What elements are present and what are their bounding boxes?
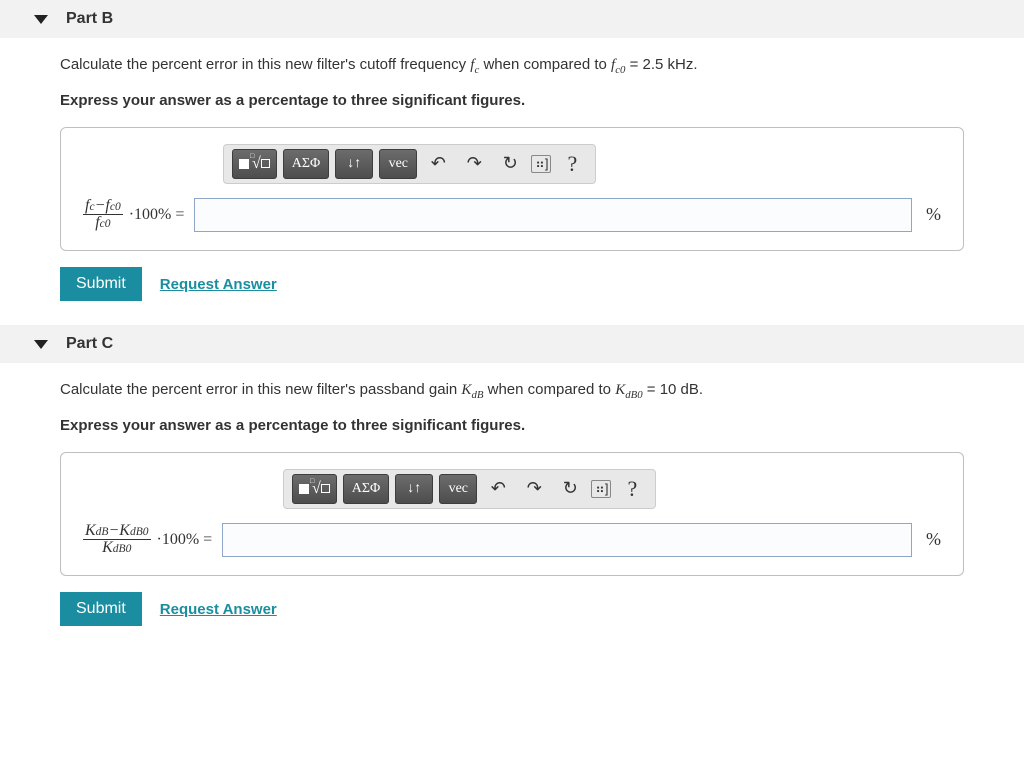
part-body: Calculate the percent error in this new … [0, 379, 1024, 650]
keyboard-icon[interactable]: ⠶ [531, 155, 551, 173]
reset-icon[interactable]: ↻ [555, 475, 585, 503]
instruction: Express your answer as a percentage to t… [60, 417, 964, 434]
part-body: Calculate the percent error in this new … [0, 54, 1024, 325]
root-icon: √ [252, 155, 261, 173]
submit-button[interactable]: Submit [60, 267, 142, 301]
prompt-text: when compared to [483, 56, 611, 73]
greek-button[interactable]: ΑΣΦ [343, 474, 390, 504]
answer-area: √ ΑΣΦ ↓↑ vec ↶ ↷ ↻ ⠶ ? KdB−KdB0 KdB0 ·10… [60, 452, 964, 577]
square-icon [299, 484, 309, 494]
symbol-kdb: KdB [461, 382, 483, 398]
reset-icon[interactable]: ↻ [495, 150, 525, 178]
lhs-tail: ·100% = [129, 206, 185, 224]
root-icon: √ [312, 480, 321, 498]
prompt-text: = 2.5 kHz. [630, 56, 698, 73]
greek-button[interactable]: ΑΣΦ [283, 149, 330, 179]
answer-input[interactable] [194, 198, 912, 232]
keyboard-icon[interactable]: ⠶ [591, 480, 611, 498]
subsup-button[interactable]: ↓↑ [395, 474, 433, 504]
actions: Submit Request Answer [60, 592, 964, 626]
answer-row: fc−fc0 fc0 ·100% = % [83, 198, 941, 233]
answer-input[interactable] [222, 523, 912, 557]
symbol-fc: fc [470, 57, 479, 73]
symbol-fc0: fc0 [611, 57, 625, 73]
part-title: Part B [66, 10, 113, 28]
part-header[interactable]: Part B [0, 0, 1024, 38]
request-answer-link[interactable]: Request Answer [160, 276, 277, 293]
actions: Submit Request Answer [60, 267, 964, 301]
equation-toolbar: √ ΑΣΦ ↓↑ vec ↶ ↷ ↻ ⠶ ? [223, 144, 596, 184]
subsup-button[interactable]: ↓↑ [335, 149, 373, 179]
symbol-kdb0: KdB0 [615, 382, 642, 398]
unit-label: % [922, 204, 941, 225]
prompt-text: = 10 dB. [647, 381, 703, 398]
square-icon [239, 159, 249, 169]
root-box-icon [261, 159, 270, 168]
redo-icon[interactable]: ↷ [519, 475, 549, 503]
unit-label: % [922, 529, 941, 550]
chevron-down-icon [34, 15, 48, 24]
answer-area: √ ΑΣΦ ↓↑ vec ↶ ↷ ↻ ⠶ ? fc−fc0 fc0 ·100% … [60, 127, 964, 252]
request-answer-link[interactable]: Request Answer [160, 601, 277, 618]
prompt-text: when compared to [488, 381, 616, 398]
instruction: Express your answer as a percentage to t… [60, 92, 964, 109]
question-prompt: Calculate the percent error in this new … [60, 54, 964, 77]
equation-lhs: fc−fc0 fc0 ·100% = [83, 198, 184, 233]
prompt-text: Calculate the percent error in this new … [60, 56, 470, 73]
answer-row: KdB−KdB0 KdB0 ·100% = % [83, 523, 941, 558]
vec-button[interactable]: vec [379, 149, 417, 179]
equation-toolbar: √ ΑΣΦ ↓↑ vec ↶ ↷ ↻ ⠶ ? [283, 469, 656, 509]
undo-icon[interactable]: ↶ [483, 475, 513, 503]
vec-button[interactable]: vec [439, 474, 477, 504]
question-prompt: Calculate the percent error in this new … [60, 379, 964, 402]
root-box-icon [321, 484, 330, 493]
help-icon[interactable]: ? [617, 475, 647, 503]
templates-button[interactable]: √ [292, 474, 337, 504]
templates-button[interactable]: √ [232, 149, 277, 179]
undo-icon[interactable]: ↶ [423, 150, 453, 178]
redo-icon[interactable]: ↷ [459, 150, 489, 178]
part-header[interactable]: Part C [0, 325, 1024, 363]
help-icon[interactable]: ? [557, 150, 587, 178]
part-title: Part C [66, 335, 113, 353]
submit-button[interactable]: Submit [60, 592, 142, 626]
chevron-down-icon [34, 340, 48, 349]
lhs-tail: ·100% = [157, 531, 213, 549]
prompt-text: Calculate the percent error in this new … [60, 381, 461, 398]
equation-lhs: KdB−KdB0 KdB0 ·100% = [83, 523, 212, 558]
